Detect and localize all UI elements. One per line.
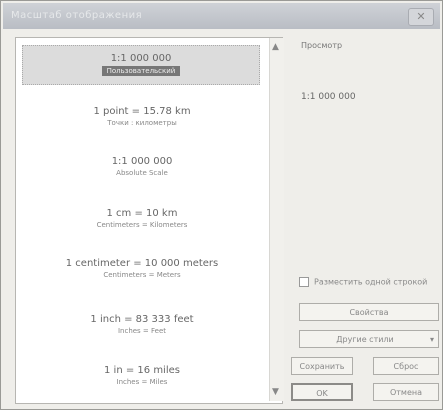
list-item-sub: Centimeters = Meters (103, 271, 181, 279)
list-item-selected[interactable]: 1:1 000 000 Пользовательский (22, 45, 260, 85)
scale-style-list[interactable]: 1:1 000 000 Пользовательский 1 point = 1… (15, 37, 283, 404)
list-item-main: 1 point = 15.78 km (93, 106, 191, 117)
list-item-sub: Пользовательский (101, 66, 181, 76)
list-item-main: 1:1 000 000 (110, 53, 172, 64)
chevron-down-icon: ▾ (429, 335, 434, 344)
list-item-main: 1 cm = 10 km (106, 208, 178, 219)
ok-button[interactable]: OK (291, 383, 353, 401)
list-item[interactable]: 1 point = 15.78 km Точки : километры (16, 106, 268, 127)
list-item-main: 1:1 000 000 (111, 156, 173, 167)
list-item[interactable]: 1 inch = 83 333 feet Inches = Feet (16, 314, 268, 335)
cancel-button[interactable]: Отмена (373, 383, 439, 401)
single-line-label: Разместить одной строкой (314, 277, 428, 287)
list-item-sub: Centimeters = Kilometers (96, 221, 188, 229)
single-line-checkbox[interactable] (299, 277, 309, 287)
close-button[interactable]: ✕ (408, 8, 434, 26)
properties-button[interactable]: Свойства (299, 303, 439, 321)
list-item[interactable]: 1 cm = 10 km Centimeters = Kilometers (16, 208, 268, 229)
preview-value: 1:1 000 000 (301, 92, 356, 102)
list-item-main: 1 in = 16 miles (104, 365, 180, 376)
list-item-sub: Inches = Miles (116, 378, 168, 386)
preview-label: Просмотр (301, 41, 343, 50)
list-scrollbar[interactable]: ▲ ▼ (269, 38, 284, 401)
list-item-sub: Absolute Scale (116, 169, 168, 177)
list-item-sub: Точки : километры (107, 119, 177, 127)
scale-dialog: Масштаб отображения ✕ 1:1 000 000 Пользо… (0, 0, 443, 410)
list-item-main: 1 centimeter = 10 000 meters (65, 258, 219, 269)
list-item[interactable]: 1 in = 16 miles Inches = Miles (16, 365, 268, 386)
list-item[interactable]: 1 centimeter = 10 000 meters Centimeters… (16, 258, 268, 279)
list-item[interactable]: 1:1 000 000 Absolute Scale (16, 156, 268, 177)
title-bar: Масштаб отображения ✕ (3, 3, 440, 29)
more-styles-label: Другие стили (336, 335, 394, 344)
reset-button[interactable]: Сброс (373, 357, 439, 375)
save-button[interactable]: Сохранить (291, 357, 353, 375)
more-styles-button[interactable]: Другие стили ▾ (299, 330, 439, 348)
list-item-sub: Inches = Feet (117, 327, 167, 335)
single-line-option[interactable]: Разместить одной строкой (299, 277, 427, 287)
window-title: Масштаб отображения (11, 10, 143, 21)
list-item-main: 1 inch = 83 333 feet (90, 314, 194, 325)
scroll-up-icon[interactable]: ▲ (272, 42, 279, 52)
scroll-down-icon[interactable]: ▼ (272, 387, 279, 397)
